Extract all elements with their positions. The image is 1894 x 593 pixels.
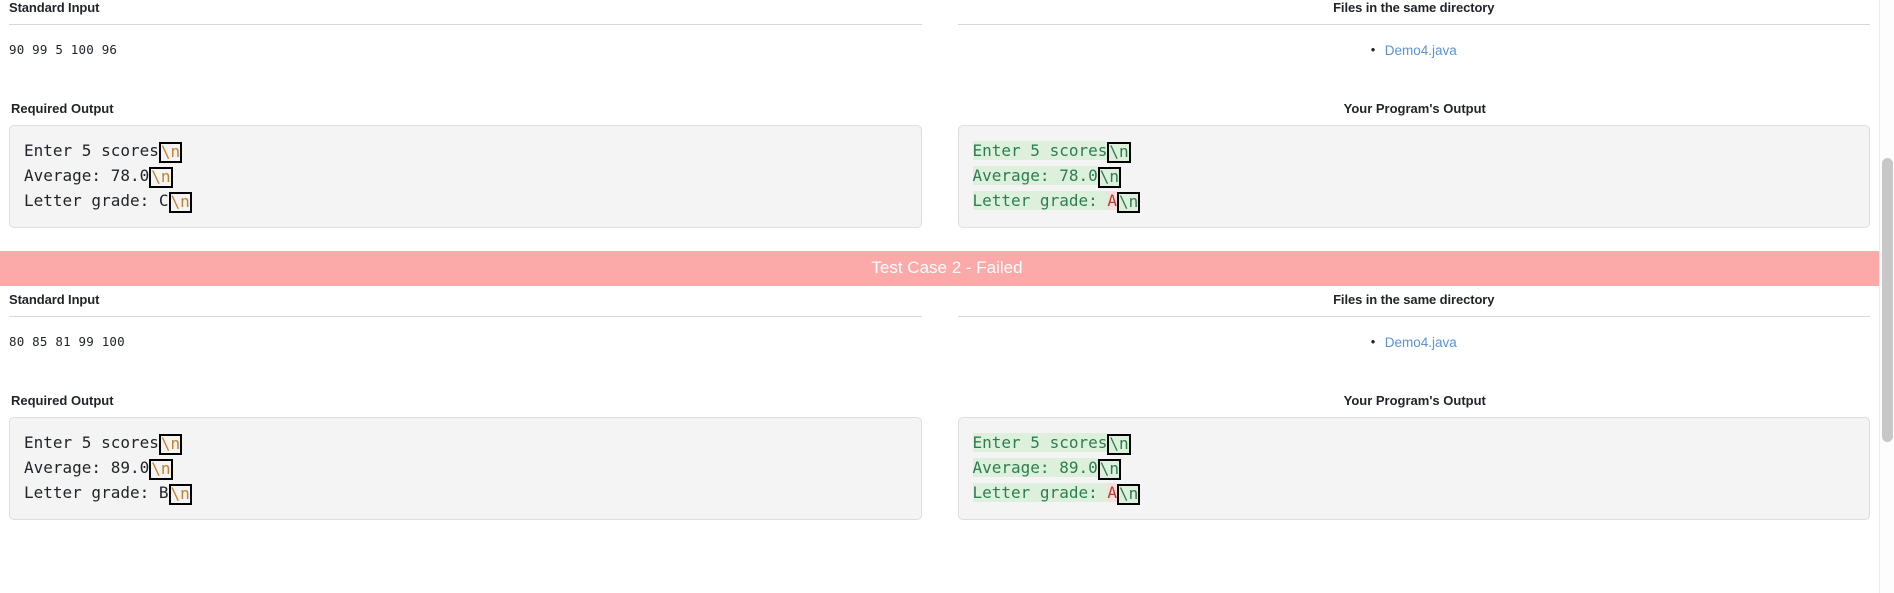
- program-output-box-1: Enter 5 scores \n Average: 78.0 \n Letter …: [957, 125, 1870, 228]
- file-link-demo4-java[interactable]: Demo4.java: [1385, 43, 1457, 58]
- newline-token: \n: [168, 484, 192, 505]
- required-output-label-2: Required Output: [11, 393, 114, 408]
- vertical-scrollbar[interactable]: [1879, 0, 1894, 593]
- file-list-2: Demo4.java: [958, 332, 1871, 353]
- list-item: Demo4.java: [958, 40, 1871, 61]
- files-column-1: Files in the same directory Demo4.java: [940, 0, 1871, 61]
- newline-token: \n: [158, 142, 183, 163]
- newline-token: \n: [149, 167, 173, 188]
- output-line: Average: 89.0 \n: [972, 458, 1121, 480]
- divider: [9, 24, 922, 25]
- required-output-label-1: Required Output: [11, 101, 114, 116]
- newline-token: \n: [168, 192, 192, 213]
- required-output-column-2: Required Output Enter 5 scores \n Average…: [9, 393, 940, 520]
- newline-token: \n: [1097, 167, 1121, 188]
- test-case-block-2: Standard Input 80 85 81 99 100 Files in …: [0, 286, 1879, 520]
- output-line: Letter grade: C \n: [24, 191, 192, 213]
- required-output-box-2: Enter 5 scores \n Average: 89.0 \n Letter …: [9, 417, 922, 520]
- test-case-block-1: Standard Input 90 99 5 100 96 Files in t…: [0, 0, 1879, 228]
- output-line: Enter 5 scores \n: [24, 141, 183, 163]
- files-column-2: Files in the same directory Demo4.java: [940, 292, 1871, 353]
- output-line: Average: 78.0 \n: [24, 166, 173, 188]
- output-line: Letter grade: A \n: [972, 483, 1141, 505]
- newline-token: \n: [149, 459, 173, 480]
- files-heading-1: Files in the same directory: [1333, 0, 1495, 15]
- file-list-1: Demo4.java: [958, 40, 1871, 61]
- file-link-demo4-java[interactable]: Demo4.java: [1385, 335, 1457, 350]
- program-output-box-2: Enter 5 scores \n Average: 89.0 \n Letter …: [957, 417, 1870, 520]
- standard-input-column-2: Standard Input 80 85 81 99 100: [9, 292, 940, 353]
- output-line: Average: 89.0 \n: [24, 458, 173, 480]
- program-output-label-2: Your Program's Output: [1343, 393, 1486, 408]
- scrollbar-thumb[interactable]: [1882, 158, 1893, 442]
- divider: [9, 316, 922, 317]
- divider: [957, 24, 1870, 25]
- list-item: Demo4.java: [958, 332, 1871, 353]
- mismatch-segment: A: [1107, 483, 1117, 502]
- output-line: Average: 78.0 \n: [972, 166, 1121, 188]
- standard-input-heading-1: Standard Input: [9, 0, 100, 15]
- file-bullet: Demo4.java: [1371, 332, 1457, 353]
- output-row-2: Required Output Enter 5 scores \n Average…: [0, 393, 1879, 520]
- standard-input-value-1: 90 99 5 100 96: [9, 42, 118, 57]
- program-output-column-1: Your Program's Output Enter 5 scores \n A…: [940, 101, 1870, 228]
- program-output-column-2: Your Program's Output Enter 5 scores \n A…: [940, 393, 1870, 520]
- output-line: Enter 5 scores \n: [972, 433, 1131, 455]
- output-line: Letter grade: B \n: [24, 483, 192, 505]
- newline-token: \n: [1097, 459, 1121, 480]
- standard-input-column-1: Standard Input 90 99 5 100 96: [9, 0, 940, 61]
- test-case-2-failed-banner: Test Case 2 - Failed: [0, 251, 1879, 286]
- required-output-column-1: Required Output Enter 5 scores \n Average…: [9, 101, 940, 228]
- newline-token: \n: [1107, 434, 1131, 455]
- divider: [957, 316, 1870, 317]
- newline-token: \n: [158, 434, 183, 455]
- standard-input-value-2: 80 85 81 99 100: [9, 334, 125, 349]
- standard-input-heading-2: Standard Input: [9, 292, 100, 307]
- input-files-row-1: Standard Input 90 99 5 100 96 Files in t…: [0, 0, 1879, 61]
- test-results-page: Standard Input 90 99 5 100 96 Files in t…: [0, 0, 1879, 593]
- required-output-box-1: Enter 5 scores \n Average: 78.0 \n Letter …: [9, 125, 922, 228]
- program-output-label-1: Your Program's Output: [1343, 101, 1486, 116]
- output-line: Enter 5 scores \n: [24, 433, 183, 455]
- files-heading-2: Files in the same directory: [1333, 292, 1495, 307]
- mismatch-segment: A: [1107, 191, 1117, 210]
- output-row-1: Required Output Enter 5 scores \n Average…: [0, 101, 1879, 228]
- input-files-row-2: Standard Input 80 85 81 99 100 Files in …: [0, 292, 1879, 353]
- newline-token: \n: [1117, 192, 1141, 213]
- output-line: Letter grade: A \n: [972, 191, 1141, 213]
- output-line: Enter 5 scores \n: [972, 141, 1131, 163]
- newline-token: \n: [1107, 142, 1131, 163]
- file-bullet: Demo4.java: [1371, 40, 1457, 61]
- newline-token: \n: [1117, 484, 1141, 505]
